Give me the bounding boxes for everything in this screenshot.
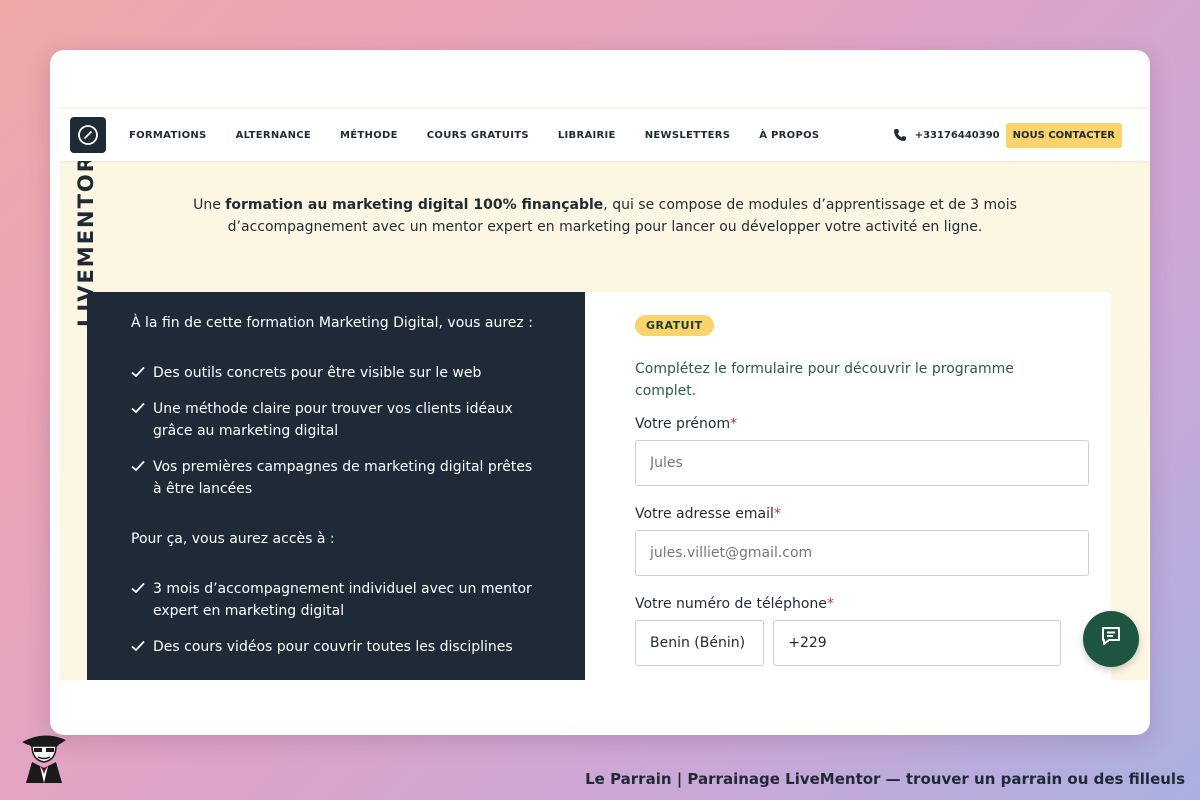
check-icon <box>131 578 153 622</box>
country-select[interactable]: Benin (Bénin) <box>635 620 765 666</box>
required-mark: * <box>773 506 781 522</box>
benefits-panel: À la fin de cette formation Marketing Di… <box>87 292 585 680</box>
first-name-label-text: Votre prénom <box>635 416 731 432</box>
contact-button[interactable]: NOUS CONTACTER <box>1005 122 1122 148</box>
nav-item-methode[interactable]: MÉTHODE <box>340 130 398 141</box>
access-intro: Pour ça, vous aurez accès à : <box>131 531 335 547</box>
outcome-text: Une méthode claire pour trouver vos clie… <box>153 401 513 439</box>
required-mark: * <box>730 416 738 432</box>
phone-input[interactable]: +229 <box>773 620 1061 666</box>
nav-item-newsletters[interactable]: NEWSLETTERS <box>645 130 731 141</box>
email-group: Votre adresse email* <box>635 506 1089 576</box>
first-name-label: Votre prénom* <box>635 416 1061 432</box>
intro-prefix: Une <box>193 197 226 213</box>
check-icon <box>131 636 153 658</box>
nav-item-formations[interactable]: FORMATIONS <box>129 130 207 141</box>
phone-label-text: Votre numéro de téléphone <box>635 596 827 612</box>
check-icon <box>131 398 153 442</box>
check-icon <box>131 362 153 384</box>
list-item: Vos premières campagnes de marketing dig… <box>131 456 541 500</box>
nav-item-a-propos[interactable]: À PROPOS <box>759 130 819 141</box>
chat-icon <box>1097 623 1125 655</box>
intro-bold: formation au marketing digital 100% fina… <box>225 197 604 213</box>
nav-item-librairie[interactable]: LIBRAIRIE <box>558 130 616 141</box>
list-item: Des cours vidéos pour couvrir toutes les… <box>131 636 541 658</box>
browser-card: LIVEMENTOR FORMATION MARKETING DIGITAL U… <box>50 50 1150 735</box>
nav-item-alternance[interactable]: ALTERNANCE <box>236 130 311 141</box>
phone-row: Benin (Bénin) +229 <box>635 620 1061 666</box>
check-icon <box>131 456 153 500</box>
footer-caption: Le Parrain | Parrainage LiveMentor — tro… <box>585 770 1185 788</box>
first-name-group: Votre prénom* <box>635 416 1089 486</box>
hero-intro: Une formation au marketing digital 100% … <box>160 194 1050 238</box>
phone-label: Votre numéro de téléphone* <box>635 596 1061 612</box>
outcomes-list: Des outils concrets pour être visible su… <box>131 362 541 500</box>
access-text: Des cours vidéos pour couvrir toutes les… <box>153 639 513 655</box>
first-name-input[interactable] <box>635 440 1089 486</box>
mascot-icon <box>18 728 70 784</box>
phone-number-link[interactable]: +33176440390 <box>915 130 1000 141</box>
form-intro: Complétez le formulaire pour découvrir l… <box>635 361 1014 399</box>
phone-group: Votre numéro de téléphone* Benin (Bénin)… <box>635 596 1061 666</box>
phone-icon <box>893 128 907 142</box>
logo-icon[interactable] <box>70 117 106 153</box>
access-list: 3 mois d’accompagnement individuel avec … <box>131 578 541 658</box>
signup-form: GRATUIT Complétez le formulaire pour déc… <box>585 292 1111 680</box>
email-label-text: Votre adresse email <box>635 506 774 522</box>
free-badge: GRATUIT <box>635 315 714 336</box>
page-content: LIVEMENTOR FORMATION MARKETING DIGITAL U… <box>60 107 1150 680</box>
main-navbar: FORMATIONS ALTERNANCE MÉTHODE COURS GRAT… <box>60 109 1150 161</box>
access-text: 3 mois d’accompagnement individuel avec … <box>153 581 532 619</box>
list-item: Une méthode claire pour trouver vos clie… <box>131 398 541 442</box>
list-item: Des outils concrets pour être visible su… <box>131 362 541 384</box>
outcome-text: Vos premières campagnes de marketing dig… <box>153 459 533 497</box>
list-item: 3 mois d’accompagnement individuel avec … <box>131 578 541 622</box>
email-label: Votre adresse email* <box>635 506 1061 522</box>
required-mark: * <box>826 596 834 612</box>
nav-menu: FORMATIONS ALTERNANCE MÉTHODE COURS GRAT… <box>129 130 848 141</box>
email-input[interactable] <box>635 530 1089 576</box>
nav-right: +33176440390 NOUS CONTACTER <box>893 122 1122 148</box>
outcome-text: Des outils concrets pour être visible su… <box>153 365 482 381</box>
chat-button[interactable] <box>1083 611 1139 667</box>
nav-item-cours-gratuits[interactable]: COURS GRATUITS <box>427 130 529 141</box>
benefits-intro: À la fin de cette formation Marketing Di… <box>131 315 533 331</box>
